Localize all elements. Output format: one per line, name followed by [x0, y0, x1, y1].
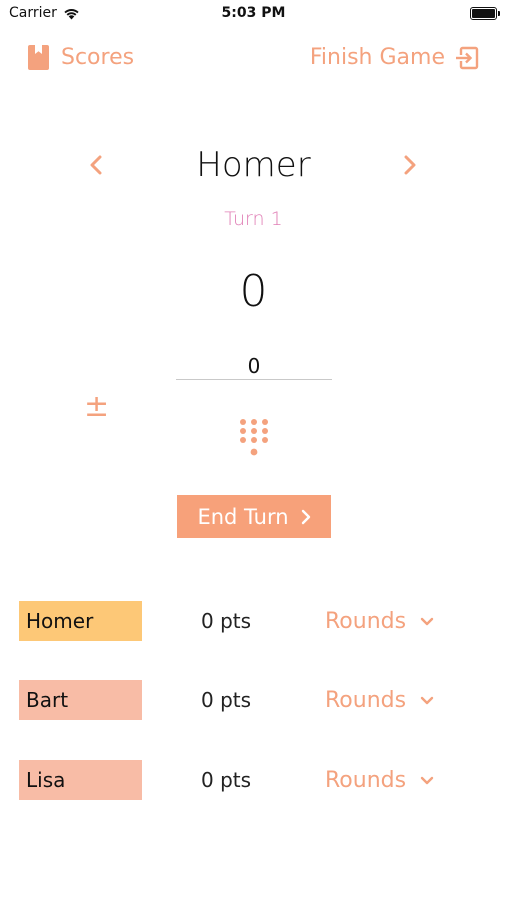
player-points: 0 pts — [201, 768, 252, 792]
plus-minus-button[interactable]: ± — [84, 392, 109, 422]
scores-label: Scores — [61, 45, 135, 70]
player-row-bart: Bart 0 pts Rounds — [0, 680, 507, 722]
book-icon — [28, 45, 49, 70]
current-player-name: Homer — [196, 145, 311, 185]
plus-minus-icon: ± — [84, 389, 110, 424]
keypad-button[interactable] — [238, 418, 270, 460]
next-player-button[interactable] — [398, 150, 422, 180]
rounds-dropdown[interactable]: Rounds — [325, 688, 434, 713]
turn-label: Turn 1 — [224, 208, 283, 230]
rounds-label: Rounds — [325, 768, 407, 793]
chevron-right-icon — [404, 155, 416, 175]
player-name-chip: Lisa — [19, 760, 142, 800]
player-name-chip: Bart — [19, 680, 142, 720]
chevron-right-icon — [301, 509, 310, 524]
end-turn-label: End Turn — [197, 504, 289, 529]
keypad-icon — [240, 419, 268, 456]
status-bar: Carrier 5:03 PM — [0, 0, 507, 28]
chevron-down-icon — [420, 776, 434, 784]
rounds-label: Rounds — [325, 688, 407, 713]
score-input[interactable] — [176, 352, 332, 380]
exit-icon — [455, 46, 479, 69]
rounds-dropdown[interactable]: Rounds — [325, 768, 434, 793]
chevron-down-icon — [420, 696, 434, 704]
turn-score: 0 — [239, 266, 268, 317]
chevron-down-icon — [420, 617, 434, 625]
battery-icon — [470, 7, 500, 20]
finish-game-label: Finish Game — [309, 45, 445, 70]
rounds-label: Rounds — [325, 609, 407, 634]
clock: 5:03 PM — [221, 5, 286, 21]
finish-game-button[interactable]: Finish Game — [310, 45, 479, 70]
player-points: 0 pts — [201, 609, 252, 633]
rounds-dropdown[interactable]: Rounds — [325, 609, 434, 634]
player-name-chip: Homer — [19, 601, 142, 641]
scores-button[interactable]: Scores — [28, 45, 134, 70]
player-row-homer: Homer 0 pts Rounds — [0, 601, 507, 643]
end-turn-button[interactable]: End Turn — [177, 495, 331, 538]
player-row-lisa: Lisa 0 pts Rounds — [0, 760, 507, 802]
player-points: 0 pts — [201, 688, 252, 712]
